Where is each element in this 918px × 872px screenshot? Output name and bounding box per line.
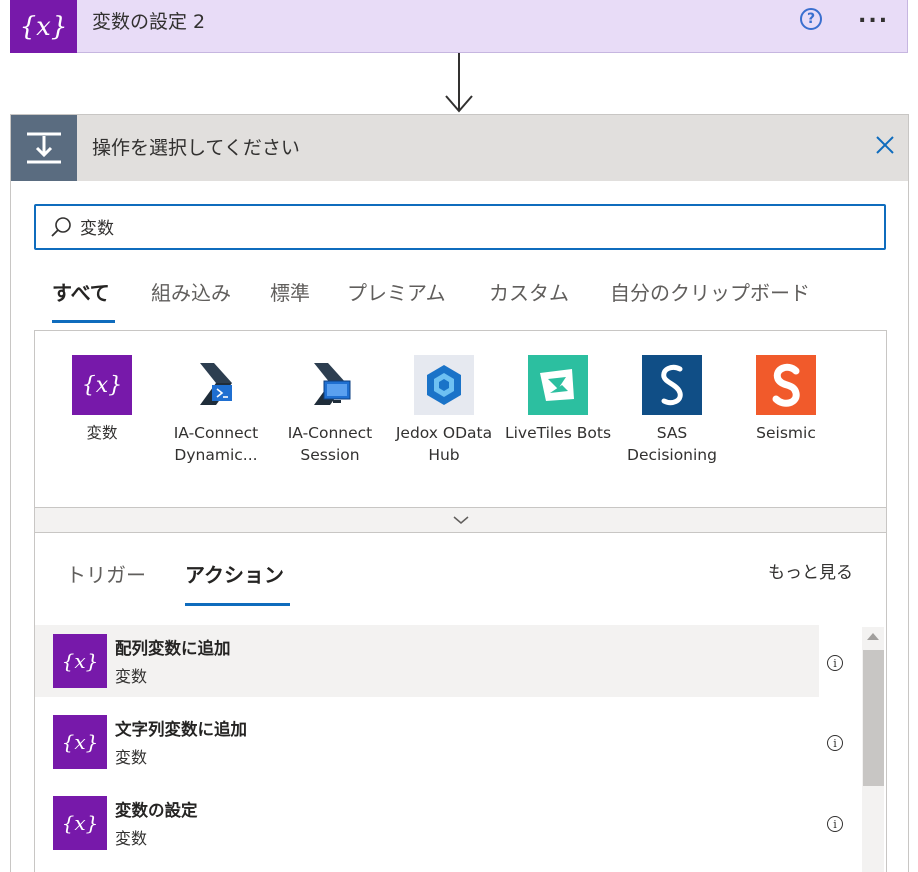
scrollbar-thumb[interactable] xyxy=(863,650,884,786)
action-subtitle: 変数 xyxy=(115,748,148,767)
variable-icon: {x} xyxy=(53,796,107,850)
action-title: 文字列変数に追加 xyxy=(115,720,247,739)
search-icon xyxy=(51,217,71,237)
tab-custom[interactable]: カスタム xyxy=(489,280,569,306)
action-append-to-string-variable[interactable]: {x} 文字列変数に追加 変数 xyxy=(35,706,819,778)
info-icon[interactable]: i xyxy=(827,735,843,751)
connector-jedox-odata-hub[interactable]: Jedox OData Hub xyxy=(389,355,499,466)
action-append-to-array-variable[interactable]: {x} 配列変数に追加 変数 xyxy=(35,625,819,697)
connector-livetiles-bots[interactable]: LiveTiles Bots xyxy=(503,355,613,444)
connector-ia-connect-dynamic[interactable]: IA-Connect Dynamic... xyxy=(161,355,271,466)
connector-label: LiveTiles Bots xyxy=(504,424,612,442)
active-subtab-indicator xyxy=(185,603,290,606)
active-tab-indicator xyxy=(52,320,115,323)
card-title[interactable]: 変数の設定 2 xyxy=(92,10,205,34)
variable-icon: {x} xyxy=(53,715,107,769)
action-title: 変数の設定 xyxy=(115,801,198,820)
variable-icon: {x} xyxy=(72,355,132,415)
variable-icon: {x} xyxy=(53,634,107,688)
connector-sas-decisioning[interactable]: SAS Decisioning xyxy=(617,355,727,466)
connector-label: SAS Decisioning xyxy=(627,424,717,464)
operation-title: 操作を選択してください xyxy=(92,137,300,159)
expand-connectors-button[interactable] xyxy=(35,507,886,532)
flow-arrow-icon xyxy=(445,53,473,113)
action-subtitle: 変数 xyxy=(115,667,148,686)
info-icon[interactable]: i xyxy=(827,655,843,671)
help-icon-glyph: ? xyxy=(806,11,816,27)
jedox-icon xyxy=(414,355,474,415)
action-title: 配列変数に追加 xyxy=(115,639,231,658)
more-options-icon[interactable]: ... xyxy=(858,3,889,28)
see-more-link[interactable]: もっと見る xyxy=(768,558,853,583)
chevron-down-icon xyxy=(453,516,468,524)
connector-label: IA-Connect Session xyxy=(287,424,373,464)
help-icon[interactable]: ? xyxy=(800,8,822,30)
ia-connect-dynamic-icon xyxy=(186,355,246,415)
tab-built-in[interactable]: 組み込み xyxy=(151,280,231,306)
sas-icon xyxy=(642,355,702,415)
connector-label: Seismic xyxy=(756,424,816,442)
action-set-variable[interactable]: {x} 変数の設定 変数 xyxy=(35,787,819,859)
connector-label: Jedox OData Hub xyxy=(395,424,493,464)
scroll-up-icon[interactable] xyxy=(867,633,879,640)
connector-variable[interactable]: {x} 変数 xyxy=(47,355,157,444)
ia-connect-session-icon xyxy=(300,355,360,415)
insert-step-icon xyxy=(27,132,61,164)
search-input[interactable] xyxy=(80,213,870,239)
variable-icon: {x} xyxy=(10,0,77,53)
tab-premium[interactable]: プレミアム xyxy=(347,280,446,306)
connector-ia-connect-session[interactable]: IA-Connect Session xyxy=(275,355,385,466)
tab-triggers[interactable]: トリガー xyxy=(66,562,146,588)
action-subtitle: 変数 xyxy=(115,829,148,848)
connector-label: IA-Connect Dynamic... xyxy=(173,424,259,464)
info-icon[interactable]: i xyxy=(827,816,843,832)
operation-icon xyxy=(11,115,77,181)
tab-all[interactable]: すべて xyxy=(52,280,110,306)
tab-my-clipboard[interactable]: 自分のクリップボード xyxy=(610,280,810,306)
tab-actions[interactable]: アクション xyxy=(185,562,284,588)
connector-label: 変数 xyxy=(86,424,118,442)
livetiles-icon xyxy=(528,355,588,415)
tab-standard[interactable]: 標準 xyxy=(270,280,310,306)
seismic-icon xyxy=(756,355,816,415)
connector-seismic[interactable]: Seismic xyxy=(731,355,841,444)
close-icon[interactable] xyxy=(872,132,898,158)
